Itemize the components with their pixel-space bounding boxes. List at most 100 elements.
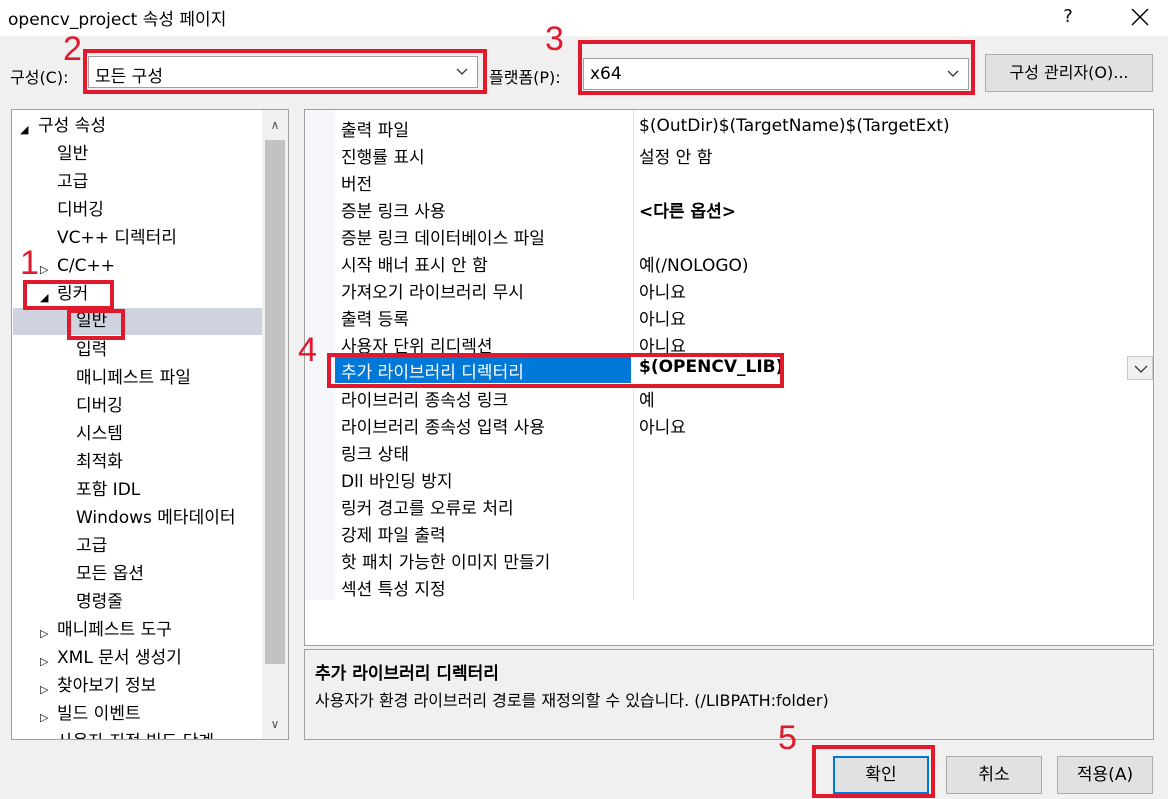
tree-item-linker-system[interactable]: 시스템 [76, 423, 123, 449]
tree-item-linker-input[interactable]: 입력 [76, 339, 107, 365]
tree-item-advanced[interactable]: 고급 [57, 171, 88, 197]
property-name: 증분 링크 사용 [341, 202, 446, 222]
title-bar: opencv_project 속성 페이지 ? [0, 0, 1168, 36]
annotation-box-1b [67, 309, 125, 340]
tree-item-browse-information[interactable]: ▷ 찾아보기 정보 [40, 675, 156, 701]
tree-item-general[interactable]: 일반 [57, 143, 88, 169]
collapsed-arrow-icon: ▷ [40, 683, 49, 696]
property-row[interactable]: Dll 바인딩 방지 [335, 465, 1153, 492]
tree-item-linker-manifest-file[interactable]: 매니페스트 파일 [76, 367, 191, 393]
configuration-manager-button[interactable]: 구성 관리자(O)... [985, 54, 1153, 92]
window-title: opencv_project 속성 페이지 [8, 10, 227, 30]
tree-item-custom-build-step[interactable]: ▷ 사용자 지정 빌드 단계 [40, 731, 214, 739]
tree-item-cpp[interactable]: ▷ C/C++ [40, 255, 115, 281]
scroll-up-icon[interactable]: ∧ [265, 114, 285, 136]
property-row[interactable]: 링커 경고를 오류로 처리 [335, 492, 1153, 519]
property-name: 진행률 표시 [341, 148, 425, 168]
property-value: 예 [639, 391, 655, 411]
help-button[interactable]: ? [1052, 2, 1084, 32]
property-name: 버전 [341, 175, 373, 195]
annotation-box-1a [23, 280, 114, 310]
tree-item-linker-debugging[interactable]: 디버깅 [76, 395, 123, 421]
property-name: 핫 패치 가능한 이미지 만들기 [341, 553, 551, 573]
collapsed-arrow-icon: ▷ [40, 263, 49, 276]
annotation-box-4 [327, 353, 784, 388]
annotation-number-3: 3 [545, 20, 564, 58]
annotation-box-2 [83, 49, 487, 94]
tree-item-linker-embedded-idl[interactable]: 포함 IDL [76, 479, 140, 505]
property-name: 강제 파일 출력 [341, 526, 446, 546]
annotation-box-3 [578, 40, 975, 95]
property-row[interactable]: 섹션 특성 지정 [335, 573, 1153, 600]
property-row[interactable]: 증분 링크 데이터베이스 파일 [335, 222, 1153, 249]
property-name: 라이브러리 종속성 입력 사용 [341, 418, 545, 438]
property-name: 출력 등록 [341, 310, 409, 330]
chevron-down-icon [1134, 365, 1148, 373]
tree-item-linker-optimization[interactable]: 최적화 [76, 451, 123, 477]
tree-item-debugging[interactable]: 디버깅 [57, 199, 104, 225]
property-row[interactable]: 출력 등록 아니요 [335, 303, 1153, 330]
annotation-number-5: 5 [778, 719, 797, 757]
property-value: 예(/NOLOGO) [639, 256, 749, 276]
property-row[interactable]: 강제 파일 출력 [335, 519, 1153, 546]
property-name: 출력 파일 [341, 121, 409, 141]
collapsed-arrow-icon: ▷ [40, 627, 49, 640]
property-name: Dll 바인딩 방지 [341, 472, 453, 492]
property-row[interactable]: 시작 배너 표시 안 함 예(/NOLOGO) [335, 249, 1153, 276]
property-value: 아니요 [639, 418, 686, 438]
platform-label: 플랫폼(P): [489, 68, 561, 87]
tree-item-config-properties[interactable]: ◢ 구성 속성 [20, 115, 106, 141]
property-value: 아니요 [639, 310, 686, 330]
property-value: 설정 안 함 [639, 148, 713, 168]
tree-item-build-events[interactable]: ▷ 빌드 이벤트 [40, 703, 141, 729]
collapsed-arrow-icon: ▷ [40, 655, 49, 668]
tree-item-manifest-tool[interactable]: ▷ 매니페스트 도구 [40, 619, 172, 645]
property-name: 라이브러리 종속성 링크 [341, 391, 509, 411]
property-name: 시작 배너 표시 안 함 [341, 256, 488, 276]
description-panel: 추가 라이브러리 디렉터리 사용자가 환경 라이브러리 경로를 재정의할 수 있… [304, 649, 1154, 740]
collapsed-arrow-icon: ▷ [40, 735, 48, 739]
property-row[interactable]: 증분 링크 사용 <다른 옵션> [335, 195, 1153, 222]
tree-item-linker-windows-metadata[interactable]: Windows 메타데이터 [76, 507, 236, 533]
close-button[interactable] [1120, 0, 1160, 34]
tree-scrollbar-thumb[interactable] [265, 140, 285, 664]
tree-item-linker-advanced[interactable]: 고급 [76, 535, 107, 561]
property-tree[interactable]: ◢ 구성 속성 일반 고급 디버깅 VC++ 디렉터리 ▷ C/C++ ◢ 링커… [11, 109, 289, 740]
property-name: 링크 상태 [341, 445, 409, 465]
property-name: 섹션 특성 지정 [341, 580, 446, 600]
property-name: 링커 경고를 오류로 처리 [341, 499, 514, 519]
property-name: 가져오기 라이브러리 무시 [341, 283, 524, 303]
close-icon [1131, 8, 1149, 26]
property-row[interactable]: 핫 패치 가능한 이미지 만들기 [335, 546, 1153, 573]
annotation-number-2: 2 [63, 30, 82, 68]
tree-item-linker-command-line[interactable]: 명령줄 [76, 591, 123, 617]
property-row[interactable]: 링크 상태 [335, 438, 1153, 465]
property-row[interactable]: 진행률 표시 설정 안 함 [335, 141, 1153, 168]
tree-item-linker-all-options[interactable]: 모든 옵션 [76, 563, 144, 589]
tree-item-xml-doc-generator[interactable]: ▷ XML 문서 생성기 [40, 647, 182, 673]
apply-button[interactable]: 적용(A) [1057, 756, 1153, 794]
property-row[interactable]: 버전 [335, 168, 1153, 195]
tree-selection-highlight [13, 308, 262, 335]
property-value: 아니요 [639, 283, 686, 303]
property-row[interactable]: 라이브러리 종속성 링크 예 [335, 384, 1153, 411]
property-value: $(OutDir)$(TargetName)$(TargetExt) [639, 116, 950, 136]
scroll-down-icon[interactable]: ∨ [265, 713, 285, 735]
property-name: 증분 링크 데이터베이스 파일 [341, 229, 545, 249]
config-label: 구성(C): [10, 68, 69, 87]
annotation-number-1: 1 [20, 244, 39, 282]
annotation-number-4: 4 [298, 331, 317, 369]
property-row[interactable]: 출력 파일 $(OutDir)$(TargetName)$(TargetExt) [335, 114, 1153, 141]
annotation-box-5 [812, 745, 935, 798]
property-row[interactable]: 라이브러리 종속성 입력 사용 아니요 [335, 411, 1153, 438]
value-dropdown-button[interactable] [1127, 356, 1153, 380]
tree-item-vc-directories[interactable]: VC++ 디렉터리 [57, 227, 177, 253]
description-title: 추가 라이브러리 디렉터리 [315, 664, 499, 684]
collapsed-arrow-icon: ▷ [40, 711, 49, 724]
cancel-button[interactable]: 취소 [946, 756, 1042, 794]
property-row[interactable]: 가져오기 라이브러리 무시 아니요 [335, 276, 1153, 303]
expanded-arrow-icon: ◢ [20, 123, 29, 136]
property-value: <다른 옵션> [639, 202, 736, 222]
tree-scrollbar[interactable]: ∧ ∨ [262, 110, 288, 739]
description-text: 사용자가 환경 라이브러리 경로를 재정의할 수 있습니다. (/LIBPATH… [315, 691, 829, 710]
